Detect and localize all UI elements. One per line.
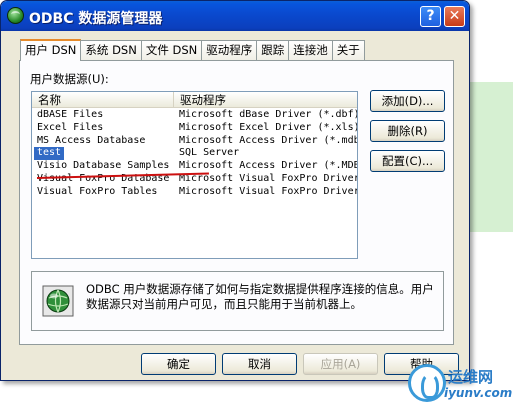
row-driver: Microsoft Access Driver (*.mdb) (179, 134, 358, 146)
watermark-logo-icon (408, 364, 446, 402)
row-name: Visual FoxPro Tables (37, 185, 158, 197)
tab-tracing[interactable]: 跟踪 (257, 40, 290, 60)
add-button[interactable]: 添加(D)... (370, 90, 445, 112)
row-driver: Microsoft dBase Driver (*.dbf) (179, 109, 358, 120)
list-row[interactable]: MS Access Database Microsoft Access Driv… (32, 135, 357, 148)
remove-button[interactable]: 删除(R) (370, 120, 445, 142)
odbc-globe-icon (42, 285, 74, 317)
tab-drivers[interactable]: 驱动程序 (202, 40, 258, 60)
user-datasources-label: 用户数据源(U): (30, 72, 109, 86)
odbc-dialog: ODBC 数据源管理器 ? ✕ 用户 DSN 系统 DSN 文件 DSN 驱动程… (0, 0, 470, 381)
tab-user-dsn[interactable]: 用户 DSN (20, 39, 82, 61)
cancel-button[interactable]: 取消 (222, 353, 297, 375)
tab-file-dsn[interactable]: 文件 DSN (141, 40, 203, 60)
watermark-url: iyunv.com (444, 386, 513, 400)
info-text: ODBC 用户数据源存储了如何与指定数据提供程序连接的信息。用户数据源只对当前用… (86, 282, 434, 311)
row-driver: Microsoft Access Driver (*.MDB) (179, 160, 358, 172)
apply-button[interactable]: 应用(A) (303, 353, 378, 375)
list-header: 名称 驱动程序 (32, 92, 357, 108)
title-bar[interactable]: ODBC 数据源管理器 ? ✕ (1, 1, 469, 31)
column-header-driver[interactable]: 驱动程序 (174, 92, 357, 108)
row-name: MS Access Database (37, 134, 146, 146)
list-row[interactable]: Visual FoxPro Tables Microsoft Visual Fo… (32, 186, 357, 199)
row-name: Visio Database Samples (37, 160, 170, 172)
row-driver: Microsoft Excel Driver (*.xls) (179, 121, 358, 133)
ok-button[interactable]: 确定 (141, 353, 216, 375)
row-name: test (34, 147, 65, 161)
list-row[interactable]: Excel Files Microsoft Excel Driver (*.xl… (32, 122, 357, 135)
tab-connection-pooling[interactable]: 连接池 (289, 40, 333, 60)
row-driver: Microsoft Visual FoxPro Driver (179, 185, 358, 197)
list-row-selected[interactable]: test SQL Server (32, 147, 357, 161)
help-title-button[interactable]: ? (420, 6, 441, 27)
watermark-text: 运维网 (448, 368, 494, 386)
row-name: Excel Files (37, 121, 104, 133)
odbc-globe-icon (7, 7, 24, 24)
row-driver: Microsoft Visual FoxPro Driver (179, 172, 358, 184)
watermark: 运维网 iyunv.com (400, 362, 513, 407)
configure-button[interactable]: 配置(C)... (370, 150, 445, 172)
close-button[interactable]: ✕ (444, 6, 465, 27)
column-header-name[interactable]: 名称 (32, 92, 174, 108)
row-name: dBASE Files (37, 109, 104, 120)
window-title: ODBC 数据源管理器 (29, 11, 163, 27)
list-body: dBASE Files Microsoft dBase Driver (*.db… (32, 109, 357, 199)
datasource-list[interactable]: 名称 驱动程序 dBASE Files Microsoft dBase Driv… (31, 91, 358, 259)
row-driver: SQL Server (179, 147, 240, 159)
list-row[interactable]: dBASE Files Microsoft dBase Driver (*.db… (32, 109, 357, 122)
tab-strip: 用户 DSN 系统 DSN 文件 DSN 驱动程序 跟踪 连接池 关于 (20, 39, 365, 61)
list-row[interactable]: Visio Database Samples Microsoft Access … (32, 160, 357, 173)
info-box: ODBC 用户数据源存储了如何与指定数据提供程序连接的信息。用户数据源只对当前用… (31, 271, 444, 331)
tab-about[interactable]: 关于 (332, 40, 365, 60)
tab-system-dsn[interactable]: 系统 DSN (81, 40, 142, 60)
